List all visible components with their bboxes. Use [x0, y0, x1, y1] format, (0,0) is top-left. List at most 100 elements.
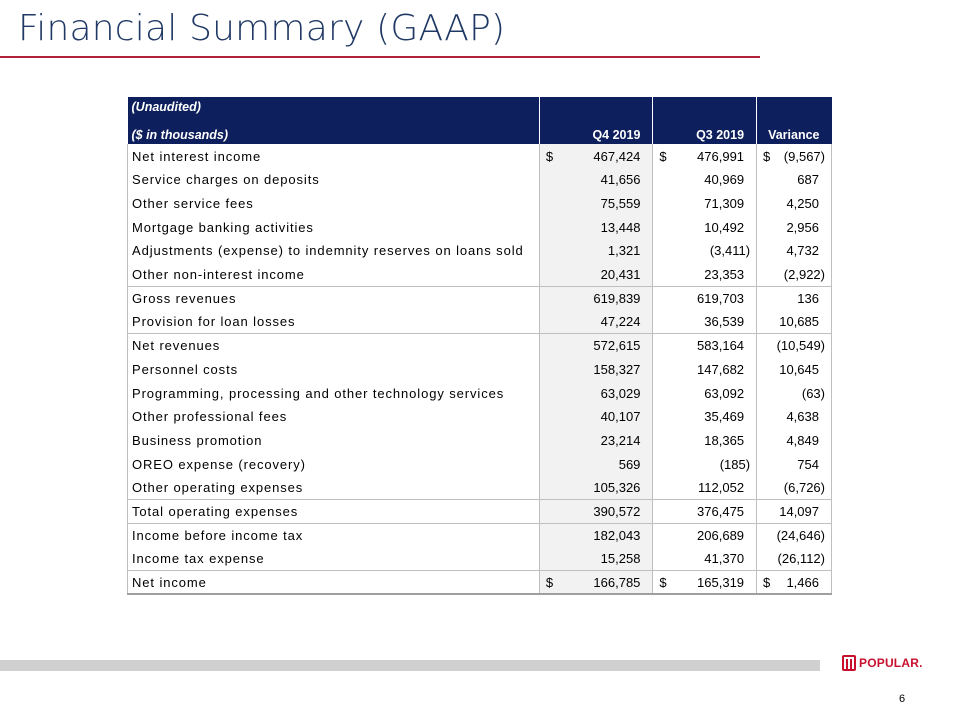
cell-value: (185): [719, 456, 751, 472]
cell-value: 619,703: [697, 291, 745, 307]
cell-q4: 47,224: [538, 310, 653, 334]
cell-value: 41,656: [600, 172, 641, 188]
cell-value: 63,029: [600, 385, 641, 401]
cell-q3: 40,969: [652, 168, 757, 192]
title-divider: [0, 56, 760, 58]
cell-value: (6,726): [783, 480, 825, 496]
cell-value: 35,469: [704, 409, 745, 425]
table-row: OREO expense (recovery) 569 (185) 754: [127, 452, 832, 476]
row-label: Other operating expenses: [127, 476, 540, 500]
currency-symbol: $: [763, 148, 771, 164]
cell-q4: 1,321: [538, 239, 653, 263]
table-row: Personnel costs 158,327 147,682 10,645: [127, 357, 832, 382]
cell-value: 136: [797, 291, 819, 307]
cell-value: 41,370: [704, 551, 745, 567]
row-label: Other service fees: [127, 191, 540, 216]
cell-value: 1,466: [786, 574, 819, 590]
cell-variance: (63): [756, 381, 832, 405]
cell-value: 71,309: [704, 196, 745, 212]
cell-value: 36,539: [704, 314, 745, 330]
cell-variance: (26,112): [756, 547, 832, 571]
row-label: Total operating expenses: [127, 499, 540, 524]
cell-variance: 4,638: [756, 404, 832, 429]
cell-variance: 4,849: [756, 428, 832, 453]
cell-value: (26,112): [777, 551, 825, 567]
currency-symbol: $: [659, 574, 667, 590]
cell-q3: $476,991: [652, 144, 757, 169]
cell-value: 10,685: [779, 314, 819, 330]
table-row: Other professional fees 40,107 35,469 4,638: [127, 404, 832, 429]
financial-summary-table: (Unaudited) ($ in thousands) Q4 2019 Q3 …: [127, 97, 832, 596]
cell-value: 1,321: [607, 243, 641, 259]
cell-q4: 41,656: [538, 168, 653, 192]
page-title: Financial Summary (GAAP): [18, 8, 506, 49]
row-label: Income tax expense: [127, 547, 540, 571]
currency-symbol: $: [763, 574, 771, 590]
cell-variance: 10,645: [756, 357, 832, 382]
cell-value: 18,365: [704, 432, 745, 448]
cell-value: 165,319: [697, 574, 745, 590]
cell-value: 10,492: [704, 219, 745, 235]
cell-value: 20,431: [600, 266, 641, 282]
cell-value: 476,991: [697, 148, 745, 164]
cell-value: 4,250: [786, 196, 819, 212]
cell-q3: 71,309: [652, 191, 757, 216]
row-label: Net interest income: [127, 144, 540, 169]
cell-value: 754: [797, 456, 819, 472]
cell-q3: 18,365: [652, 428, 757, 453]
cell-q4: 15,258: [538, 547, 653, 571]
table-row: Income tax expense 15,258 41,370 (26,112): [127, 547, 832, 571]
cell-q3: 206,689: [652, 522, 757, 548]
popular-logo: POPULAR.: [842, 655, 923, 671]
cell-value: 40,969: [704, 172, 745, 188]
table-row: Other operating expenses 105,326 112,052 (6…: [127, 476, 832, 500]
cell-value: 23,214: [600, 432, 641, 448]
cell-value: 572,615: [593, 338, 641, 354]
cell-q3: 112,052: [652, 476, 757, 500]
cell-value: (9,567): [783, 148, 825, 164]
row-label: OREO expense (recovery): [127, 452, 540, 476]
header-units: ($ in thousands): [127, 120, 540, 145]
cell-q4: 40,107: [538, 404, 653, 429]
cell-q4: 390,572: [538, 499, 653, 524]
cell-value: 158,327: [593, 361, 641, 377]
cell-variance: $1,466: [756, 570, 832, 596]
cell-q4: 572,615: [538, 333, 653, 358]
cell-q3: 36,539: [652, 310, 757, 334]
table-row: Total operating expenses 390,572 376,475 14…: [127, 499, 832, 524]
cell-variance: (2,922): [756, 262, 832, 287]
cell-q4: 23,214: [538, 428, 653, 453]
row-label: Provision for loan losses: [127, 310, 540, 334]
cell-variance: (24,646): [756, 522, 832, 548]
row-label: Service charges on deposits: [127, 168, 540, 192]
cell-value: 4,849: [786, 432, 819, 448]
cell-value: 376,475: [697, 504, 745, 520]
logo-text: POPULAR.: [859, 656, 923, 670]
cell-value: (10,549): [776, 338, 825, 354]
cell-value: 40,107: [600, 409, 641, 425]
cell-value: 166,785: [593, 574, 641, 590]
cell-variance: 10,685: [756, 310, 832, 334]
cell-value: 15,258: [600, 551, 641, 567]
cell-q4: 158,327: [538, 357, 653, 382]
cell-variance: 754: [756, 452, 832, 476]
cell-value: 4,732: [786, 243, 819, 259]
row-label: Adjustments (expense) to indemnity reser…: [127, 239, 540, 263]
cell-value: 206,689: [697, 527, 745, 543]
cell-value: 182,043: [593, 527, 641, 543]
currency-symbol: $: [545, 148, 554, 164]
cell-q4: $467,424: [538, 144, 653, 169]
cell-variance: $ (9,567): [756, 144, 832, 169]
cell-variance: (10,549): [756, 333, 832, 358]
cell-value: 2,956: [786, 219, 819, 235]
table-row: Programming, processing and other techno…: [127, 381, 832, 405]
cell-q3: $165,319: [652, 570, 757, 596]
cell-value: 687: [797, 172, 819, 188]
cell-q3: 35,469: [652, 404, 757, 429]
table-row: Gross revenues 619,839 619,703 136: [127, 286, 832, 311]
column-header-q3: Q3 2019: [652, 120, 758, 145]
cell-variance: 4,732: [756, 239, 832, 263]
footer-bar: [0, 660, 820, 671]
cell-q4: 569: [538, 452, 653, 476]
row-label: Net revenues: [127, 333, 540, 358]
